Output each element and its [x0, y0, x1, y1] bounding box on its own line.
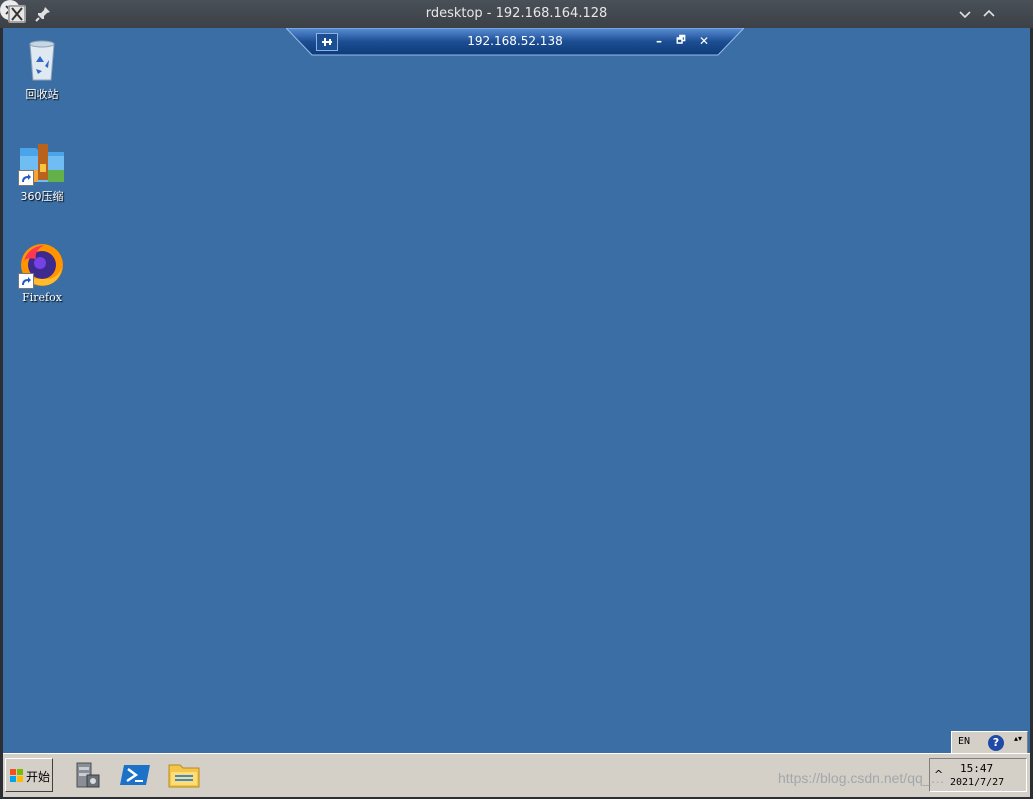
recycle-bin-icon: [18, 36, 66, 84]
desktop-icon-recycle-bin[interactable]: 回收站: [12, 36, 72, 102]
start-label: 开始: [26, 770, 51, 784]
connection-bar[interactable]: 192.168.52.138 – 🗗 ✕: [286, 28, 744, 56]
firefox-icon: [18, 241, 66, 289]
taskbar-powershell[interactable]: [118, 759, 152, 791]
maximize-button[interactable]: [980, 5, 998, 23]
shortcut-arrow-icon: [18, 170, 34, 186]
desktop-icon-label: 回收站: [25, 88, 59, 101]
language-bar-options-button[interactable]: ▴▾: [1012, 734, 1024, 752]
remote-close-button[interactable]: ✕: [697, 34, 711, 48]
remote-restore-button[interactable]: 🗗: [674, 34, 688, 48]
folder-icon: [168, 764, 200, 788]
remote-desktop[interactable]: 回收站 360压缩 Firefox EN ? ▴▾: [3, 28, 1030, 755]
watermark: https://blog.csdn.net/qq_…: [778, 770, 945, 786]
server-manager-icon: [76, 762, 100, 788]
window-left-border: [0, 28, 3, 799]
archive-icon: [18, 138, 66, 186]
shortcut-arrow-icon: [18, 273, 34, 289]
clock-time[interactable]: 15:47: [960, 762, 993, 775]
help-icon[interactable]: ?: [988, 735, 1004, 751]
remote-minimize-button[interactable]: –: [652, 34, 666, 48]
language-bar[interactable]: EN ? ▴▾: [951, 731, 1028, 755]
powershell-icon: [120, 765, 150, 785]
clock-date[interactable]: 2021/7/27: [950, 777, 1004, 788]
window-title: rdesktop - 192.168.164.128: [425, 6, 608, 21]
desktop-icon-label: Firefox: [22, 291, 62, 304]
language-indicator[interactable]: EN: [958, 736, 970, 747]
desktop-icon-360zip[interactable]: 360压缩: [12, 138, 72, 204]
start-button[interactable]: 开始: [5, 758, 53, 792]
desktop-icon-firefox[interactable]: Firefox: [12, 241, 72, 304]
window-title-bar[interactable]: rdesktop - 192.168.164.128: [0, 0, 1033, 28]
taskbar-server-manager[interactable]: [69, 759, 103, 791]
minimize-button[interactable]: [956, 5, 974, 23]
windows-logo-icon: [10, 769, 24, 783]
taskbar-explorer[interactable]: [167, 759, 201, 791]
desktop-icon-label: 360压缩: [20, 190, 64, 203]
